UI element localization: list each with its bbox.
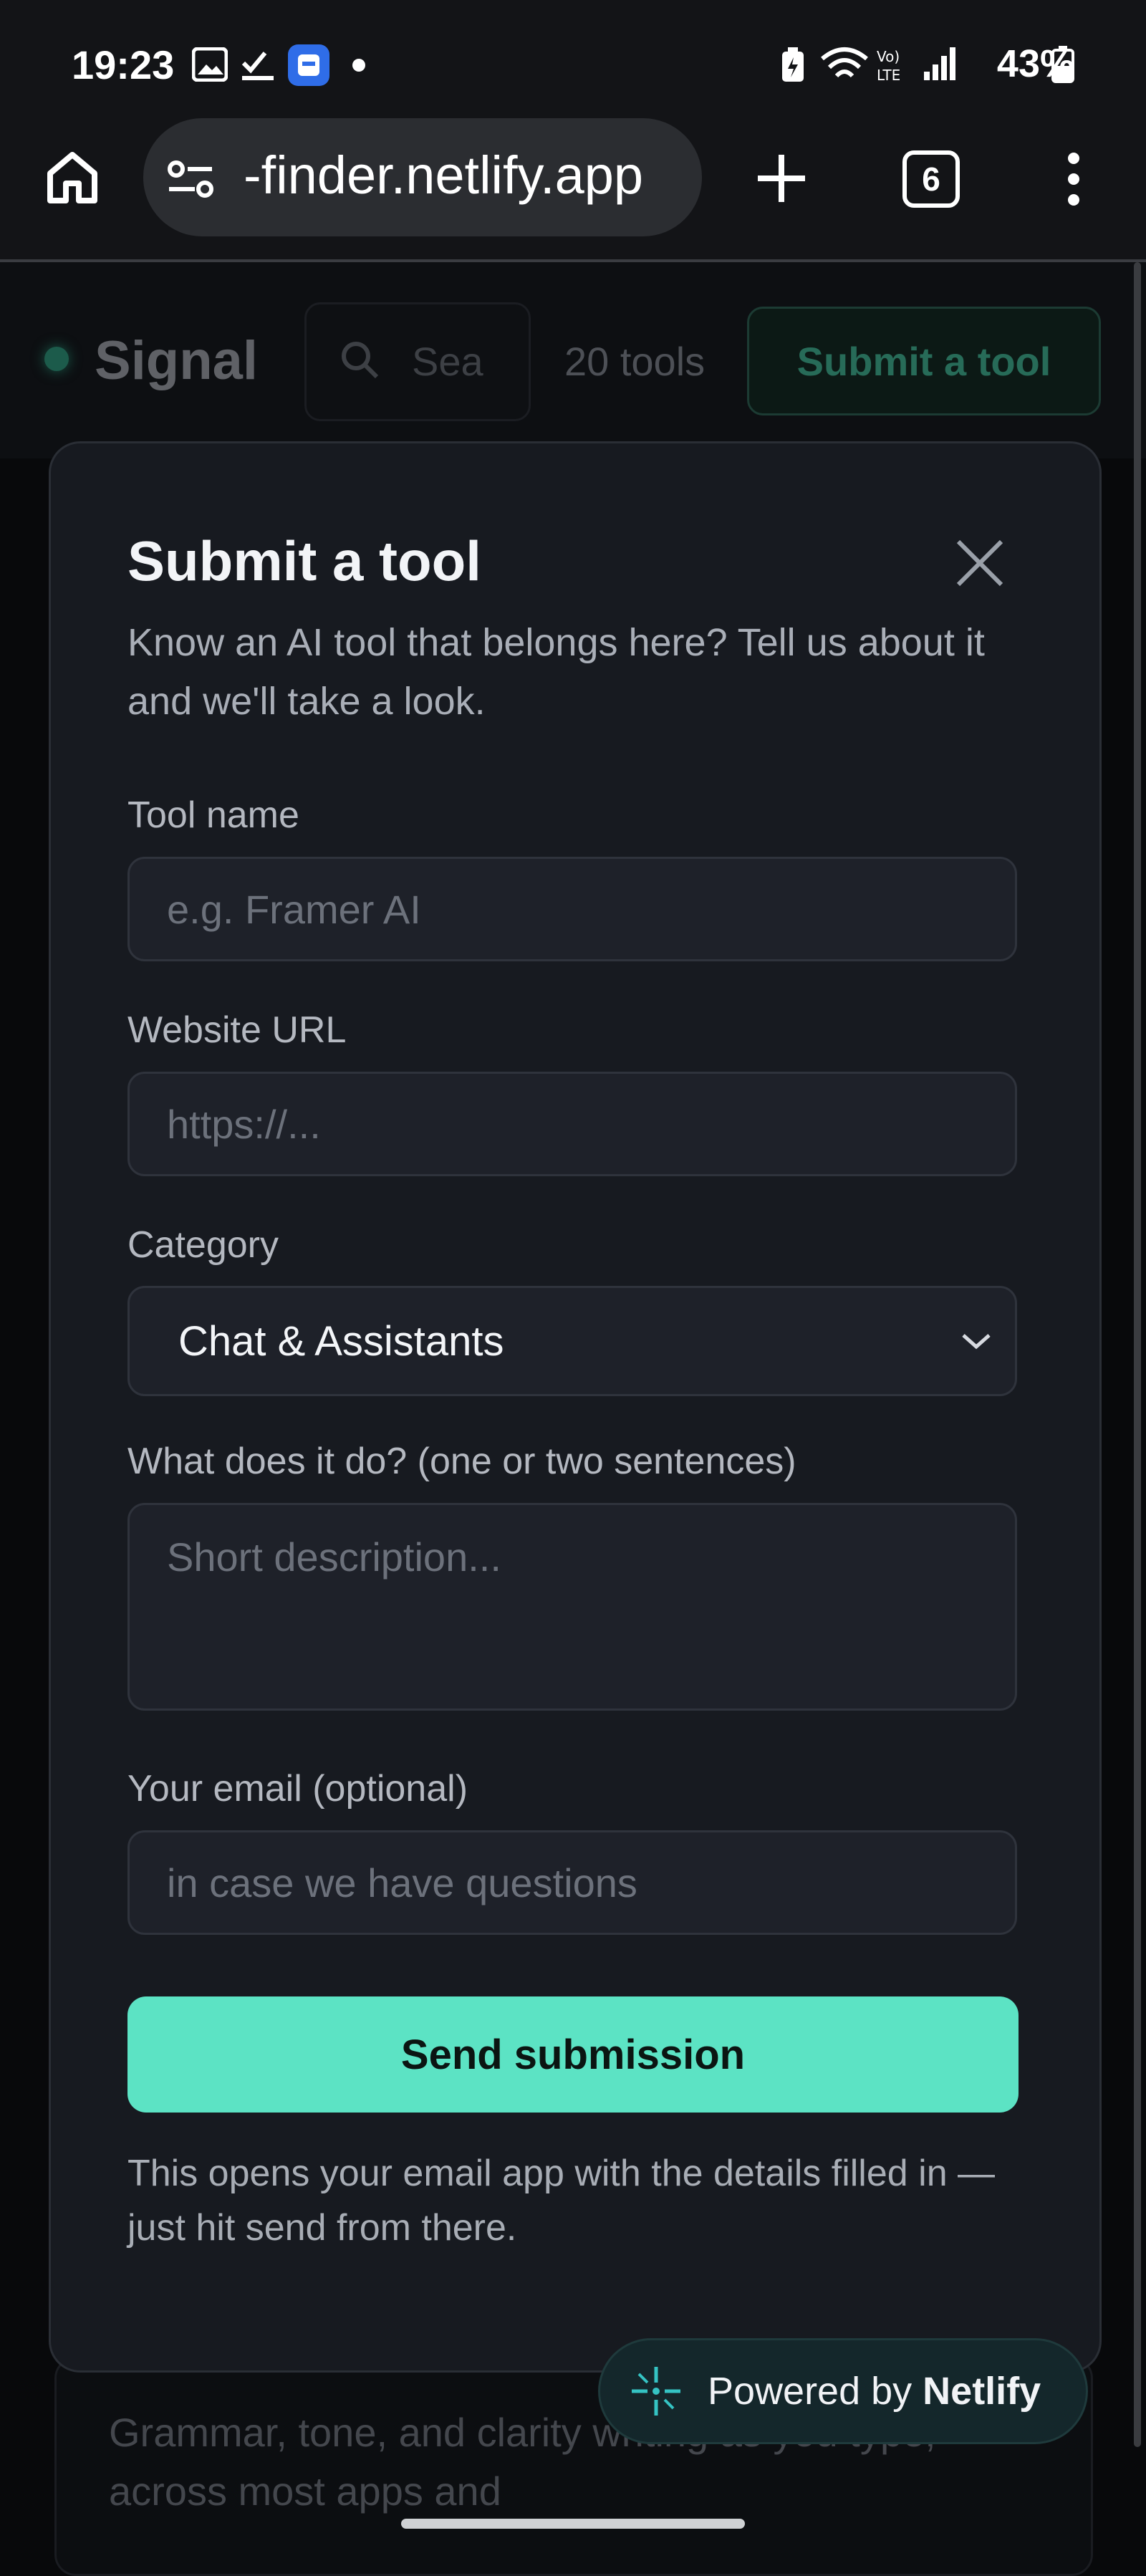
status-time: 19:23 <box>72 42 175 87</box>
wifi-icon <box>819 46 870 85</box>
modal-footnote: This opens your email app with the detai… <box>127 2153 996 2249</box>
tools-count: 20 tools <box>564 339 706 384</box>
volte-icon: Vo) LTE <box>875 46 913 85</box>
netlify-badge-text: Powered by Netlify <box>708 2369 1041 2413</box>
app-notification-icon <box>288 44 329 86</box>
close-icon[interactable] <box>954 537 1006 589</box>
website-url-field[interactable] <box>127 1072 1017 1176</box>
category-select[interactable]: Chat & Assistants <box>127 1286 1017 1396</box>
url-text[interactable]: -finder.netlify.app <box>244 145 680 206</box>
gallery-icon <box>192 47 228 82</box>
search-icon <box>340 340 380 380</box>
send-submission-button[interactable]: Send submission <box>127 1996 1019 2113</box>
svg-text:Vo): Vo) <box>877 48 900 65</box>
signal-icon <box>923 46 958 82</box>
home-icon[interactable] <box>44 149 100 205</box>
new-tab-icon[interactable] <box>755 152 808 205</box>
notification-dot-icon <box>352 59 365 72</box>
modal-subtitle: Know an AI tool that belongs here? Tell … <box>127 621 985 723</box>
modal-title: Submit a tool <box>127 529 481 592</box>
category-selected-value: Chat & Assistants <box>178 1317 504 1365</box>
netlify-logo-icon <box>629 2364 683 2418</box>
netlify-badge-prefix: Powered by <box>708 2370 923 2413</box>
chevron-down-icon <box>960 1331 992 1351</box>
svg-text:LTE: LTE <box>877 67 900 84</box>
email-label: Your email (optional) <box>127 1768 468 1810</box>
email-field[interactable] <box>127 1830 1017 1935</box>
description-label: What does it do? (one or two sentences) <box>127 1441 796 1482</box>
site-logo[interactable]: Signal <box>95 330 258 392</box>
tab-switcher-button[interactable]: 6 <box>902 150 960 208</box>
search-placeholder: Sea <box>412 339 483 384</box>
netlify-badge[interactable]: Powered by Netlify <box>598 2338 1088 2444</box>
category-label: Category <box>127 1224 279 1266</box>
tab-count: 6 <box>922 160 940 198</box>
site-settings-icon[interactable] <box>166 159 216 199</box>
battery-saver-icon <box>781 47 805 83</box>
website-url-label: Website URL <box>127 1009 347 1051</box>
tool-name-label: Tool name <box>127 794 299 836</box>
logo-dot-icon <box>44 347 69 371</box>
netlify-badge-brand: Netlify <box>923 2370 1041 2413</box>
description-field[interactable] <box>127 1503 1017 1711</box>
checklist-icon <box>241 47 276 82</box>
page-scrollbar[interactable] <box>1134 262 1141 2447</box>
tool-name-field[interactable] <box>127 857 1017 961</box>
more-menu-icon[interactable] <box>1061 152 1086 206</box>
battery-icon <box>1051 46 1074 83</box>
gesture-navigation-bar[interactable] <box>401 2519 745 2529</box>
header-submit-button[interactable]: Submit a tool <box>747 307 1101 415</box>
